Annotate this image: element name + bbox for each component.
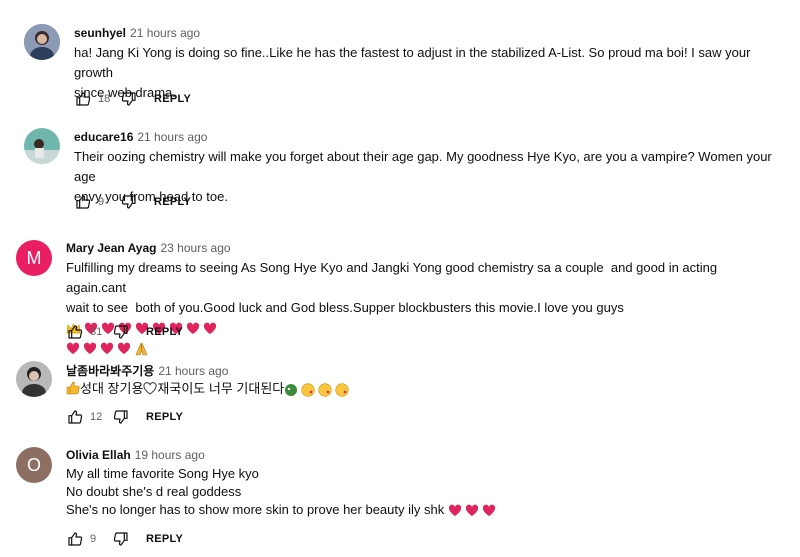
author-name[interactable]: educare16 [74, 130, 133, 144]
author-name[interactable]: Mary Jean Ayag [66, 241, 157, 255]
comment-line: My all time favorite Song Hye kyo [66, 466, 259, 481]
red-heart-icon [448, 504, 461, 517]
reply-button[interactable]: REPLY [154, 93, 191, 105]
reply-button[interactable]: REPLY [146, 411, 183, 423]
avatar[interactable] [24, 24, 60, 60]
thumbs-up-icon[interactable] [74, 193, 92, 211]
comment-line: ha! Jang Ki Yong is doing so fine..Like … [74, 45, 755, 80]
comment-actions: 9 REPLY [66, 529, 183, 549]
thumbs-up-emoji-icon [66, 381, 80, 395]
thumbs-up-icon[interactable] [66, 408, 84, 426]
timestamp[interactable]: 21 hours ago [137, 130, 207, 144]
thumbs-up-icon[interactable] [74, 90, 92, 108]
red-heart-icon [482, 504, 495, 517]
avatar-letter: O [26, 454, 41, 475]
comment-line-text: wait to see both of you.Good luck and Go… [66, 300, 624, 315]
red-heart-icon [465, 504, 478, 517]
comment-actions: 12 REPLY [66, 407, 183, 427]
timestamp[interactable]: 21 hours ago [130, 26, 200, 40]
avatar-letter: M [26, 247, 42, 268]
folded-hands-icon [135, 342, 148, 355]
comment-line: No doubt she's d real goddess [66, 484, 242, 499]
avatar[interactable]: O [16, 447, 52, 483]
comment-actions: 31 REPLY [66, 322, 183, 342]
author-name[interactable]: seunhyel [74, 26, 126, 40]
comment-line: Fulfilling my dreams to seeing As Song H… [66, 260, 721, 295]
emoji-row [66, 342, 149, 356]
avatar[interactable] [16, 361, 52, 397]
comment-header: Olivia Ellah 19 hours ago [66, 448, 205, 462]
thumbs-down-icon[interactable] [112, 323, 130, 341]
thumbs-down-icon[interactable] [120, 193, 138, 211]
revolving-hearts-icon [66, 342, 80, 354]
comment-line: 성대 장기용 재국이도 너무 기대된다 [66, 379, 766, 399]
avatar[interactable]: M [16, 240, 52, 276]
kissing-face-icon [318, 382, 332, 397]
timestamp[interactable]: 21 hours ago [158, 364, 228, 378]
revolving-hearts-icon [100, 342, 114, 354]
comment-line: She's no longer has to show more skin to… [66, 501, 766, 519]
thumbs-down-icon[interactable] [120, 90, 138, 108]
emoji-row [448, 504, 496, 517]
like-count: 31 [90, 326, 103, 338]
author-name[interactable]: Olivia Ellah [66, 448, 131, 462]
comment-actions: 9 REPLY [74, 192, 191, 212]
thumbs-up-icon[interactable] [66, 530, 84, 548]
like-count: 9 [90, 533, 97, 545]
thumbs-down-icon[interactable] [112, 408, 130, 426]
comment-text: 성대 장기용 재국이도 너무 기대된다 [66, 379, 766, 399]
like-count: 18 [98, 93, 111, 105]
comment-header: 날좀바라봐주기용 21 hours ago [66, 362, 228, 379]
emoji-row [284, 382, 349, 397]
thumbs-down-icon[interactable] [112, 530, 130, 548]
comment-header: seunhyel 21 hours ago [74, 26, 200, 40]
timestamp[interactable]: 19 hours ago [135, 448, 205, 462]
comment-actions: 18 REPLY [74, 89, 191, 109]
comment-header: educare16 21 hours ago [74, 130, 207, 144]
timestamp[interactable]: 23 hours ago [161, 241, 231, 255]
reply-button[interactable]: REPLY [154, 196, 191, 208]
comment-line-text-2: 재국이도 너무 기대된다 [157, 381, 285, 396]
revolving-hearts-icon [203, 322, 217, 335]
avatar[interactable] [24, 128, 60, 164]
comment-text: Fulfilling my dreams to seeing As Song H… [66, 258, 766, 358]
reply-button[interactable]: REPLY [146, 326, 183, 338]
thumbs-up-icon[interactable] [66, 323, 84, 341]
revolving-hearts-icon [83, 342, 97, 354]
reply-button[interactable]: REPLY [146, 533, 183, 545]
comment-text: My all time favorite Song Hye kyo No doub… [66, 465, 766, 519]
revolving-hearts-icon [186, 322, 200, 335]
kissing-face-icon [335, 382, 349, 397]
like-count: 12 [90, 411, 103, 423]
comment-line: Their oozing chemistry will make you for… [74, 149, 776, 184]
comment-line-text: She's no longer has to show more skin to… [66, 502, 445, 517]
dragon-icon [285, 383, 298, 396]
white-heart-icon [143, 382, 157, 395]
comment-line-text: 성대 장기용 [80, 381, 144, 396]
revolving-hearts-icon [117, 342, 131, 354]
comment-header: Mary Jean Ayag 23 hours ago [66, 241, 231, 255]
like-count: 9 [98, 196, 105, 208]
author-name[interactable]: 날좀바라봐주기용 [66, 364, 154, 378]
kissing-face-icon [301, 382, 315, 397]
